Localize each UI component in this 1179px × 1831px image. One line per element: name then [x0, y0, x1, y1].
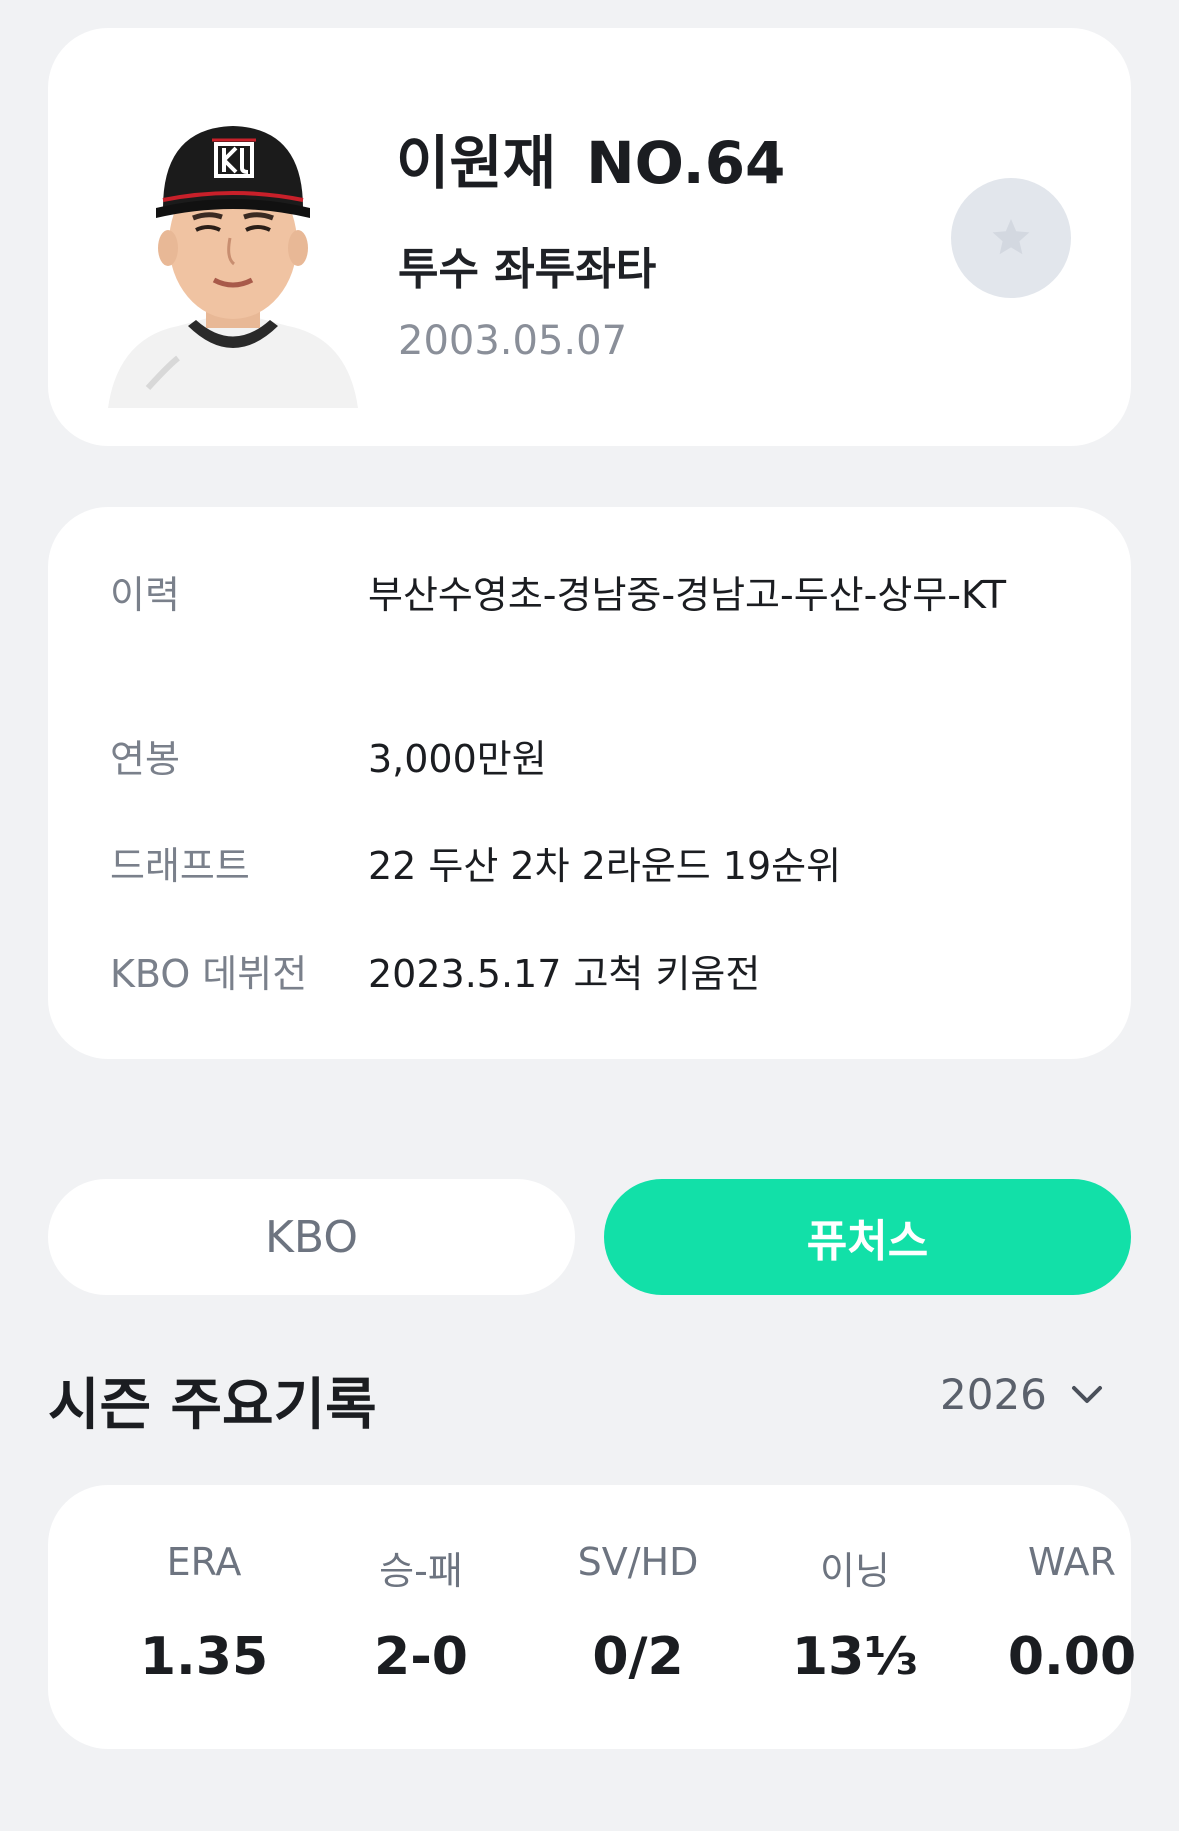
player-birthdate: 2003.05.07	[398, 318, 628, 364]
season-stats-title: 시즌 주요기록	[48, 1373, 377, 1438]
info-value: 22 두산 2차 2라운드 19순위	[368, 844, 842, 888]
stat-label: ERA	[166, 1540, 242, 1584]
stat-value: 0.00	[1007, 1627, 1137, 1687]
stat-value: 2-0	[374, 1627, 468, 1687]
player-number: NO.64	[586, 129, 786, 197]
info-value: 부산수영초-경남중-경남고-두산-상무-KT	[368, 573, 1007, 617]
stat-value: 0/2	[592, 1627, 684, 1687]
season-stats-card: ERA 1.35 승-패 2-0 SV/HD 0/2 이닝 13⅓ WAR 0.…	[48, 1485, 1136, 1749]
star-icon	[992, 219, 1030, 255]
info-label: 드래프트	[110, 844, 250, 888]
year-dropdown[interactable]: 2026	[940, 1370, 1103, 1419]
stat-value: 13⅓	[791, 1627, 919, 1687]
player-position: 투수 좌투좌타	[398, 244, 657, 295]
tab-kbo[interactable]: KBO	[48, 1179, 575, 1295]
tab-futures[interactable]: 퓨처스	[604, 1179, 1131, 1295]
info-label: 연봉	[110, 737, 180, 781]
profile-card: 이원재 NO.64 투수 좌투좌타 2003.05.07	[48, 28, 1131, 446]
career-info-card: 이력 부산수영초-경남중-경남고-두산-상무-KT 연봉 3,000만원 드래프…	[48, 507, 1131, 1059]
info-value: 2023.5.17 고척 키움전	[368, 952, 761, 996]
favorite-button[interactable]	[951, 178, 1071, 298]
stat-label: 이닝	[820, 1549, 890, 1593]
info-value: 3,000만원	[368, 737, 547, 781]
player-name-line: 이원재 NO.64	[396, 116, 785, 200]
info-label: 이력	[110, 573, 180, 617]
player-photo	[108, 108, 358, 418]
year-dropdown-value: 2026	[940, 1370, 1047, 1419]
stat-label: SV/HD	[577, 1540, 699, 1584]
stat-label: WAR	[1028, 1540, 1116, 1584]
stat-value: 1.35	[139, 1627, 269, 1687]
chevron-down-icon	[1071, 1385, 1102, 1403]
player-name: 이원재	[396, 129, 557, 197]
info-label: KBO 데뷔전	[110, 952, 308, 996]
stat-label: 승-패	[379, 1549, 463, 1593]
